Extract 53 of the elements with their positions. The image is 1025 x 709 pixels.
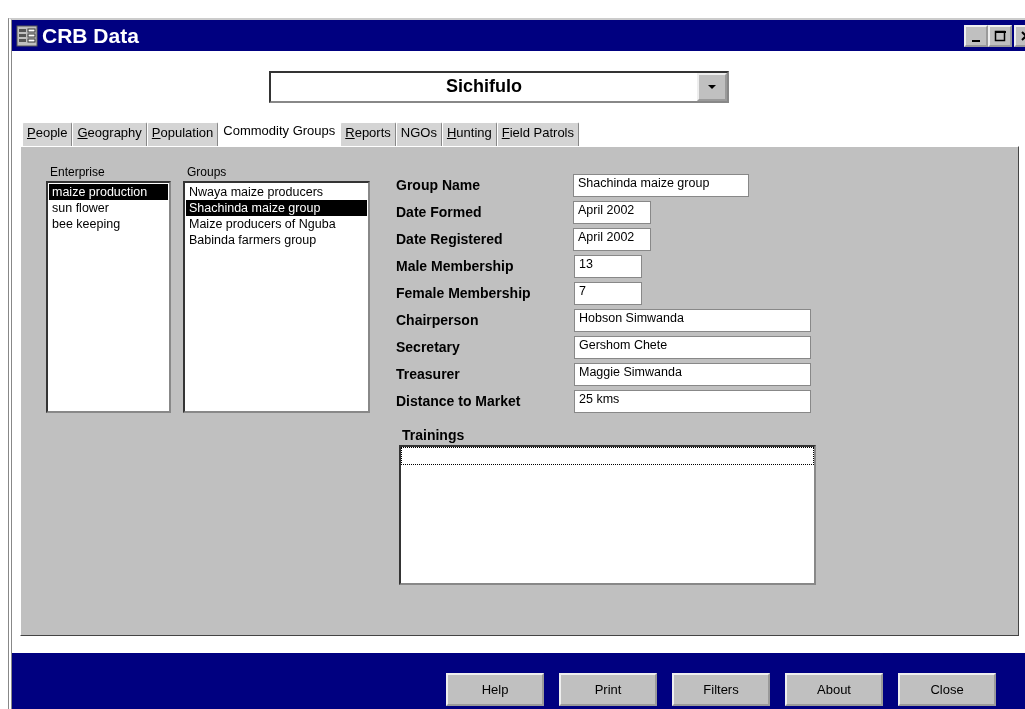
list-item[interactable]: Babinda farmers group [186,232,367,249]
field-label: Secretary [396,339,461,356]
field-label: Treasurer [396,366,461,383]
input-field[interactable]: Gershom Chete [574,336,811,359]
maximize-button[interactable] [988,24,1012,47]
list-item[interactable]: bee keeping [49,216,168,233]
field-label: Female Membership [396,285,532,302]
field-label: Distance to Market [396,393,522,410]
input-field[interactable]: April 2002 [573,228,651,251]
field-label: Date Formed [396,204,483,221]
push-button[interactable]: Print [559,673,657,706]
input-field[interactable]: 13 [574,255,642,278]
list-item[interactable]: maize production [49,184,168,201]
window-title: CRB Data [42,22,139,49]
push-button[interactable]: About [785,673,883,706]
dropdown-arrow-icon [708,84,716,90]
location-dropdown[interactable]: Sichifulo [269,71,729,103]
dropdown-button[interactable] [697,73,727,101]
input-field[interactable]: Maggie Simwanda [574,363,811,386]
dropdown-value: Sichifulo [445,75,523,98]
tab[interactable]: Field Patrols [496,122,579,146]
groups-list[interactable]: Nwaya maize producers Shachinda maize group Maize producers of Nguba Babinda farmers group [183,181,370,414]
list-item[interactable]: sun flower [49,200,168,217]
tab[interactable]: NGOs [395,122,442,146]
tab[interactable]: Geography [72,122,147,146]
list-label: Groups [187,165,228,180]
list-label: Trainings [402,427,466,444]
tab[interactable]: Population [146,122,219,146]
field-label: Date Registered [396,231,504,248]
app-icon [16,24,38,47]
push-button[interactable]: Close [898,673,996,706]
tab[interactable]: People [22,122,73,146]
tab[interactable]: Reports [340,122,396,146]
tab[interactable]: Hunting [441,122,497,146]
input-field[interactable]: 7 [574,282,642,305]
list-item[interactable]: Shachinda maize group [186,200,367,217]
input-field[interactable]: Hobson Simwanda [574,309,811,332]
maximize-icon [994,29,1006,42]
list-item[interactable]: Maize producers of Nguba [186,216,367,233]
minimize-icon [972,39,980,42]
minimize-button[interactable] [964,24,988,47]
enterprise-list[interactable]: maize production sun flower bee keeping [46,181,171,414]
field-label: Chairperson [396,312,480,329]
input-field[interactable]: 25 kms [574,390,811,413]
field-label: Group Name [396,177,481,194]
push-button[interactable]: Help [446,673,544,706]
trainings-list[interactable] [399,444,816,585]
push-button[interactable]: Filters [672,673,770,706]
field-label: Male Membership [396,258,515,275]
list-item[interactable]: Nwaya maize producers [186,184,367,201]
input-field[interactable]: Shachinda maize group [573,174,749,197]
input-field[interactable]: April 2002 [573,201,651,224]
list-label: Enterprise [50,165,106,180]
